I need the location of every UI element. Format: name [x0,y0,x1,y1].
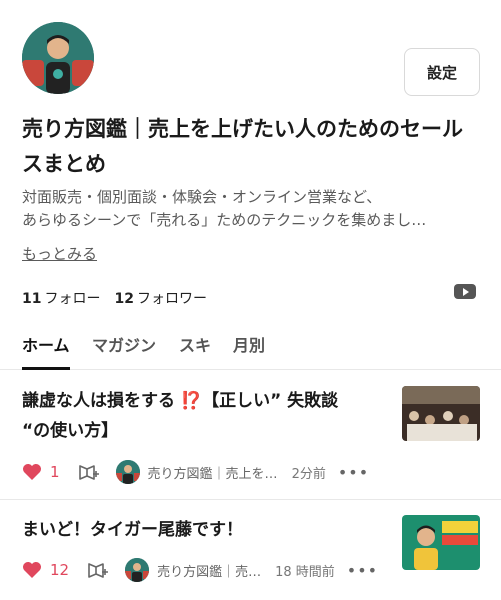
tab-magazine[interactable]: マガジン [92,332,156,370]
article-card[interactable]: 謙虚な人は損をする ⁉️【正しい” 失敗談 “の使い方】 1 売り方図鑑｜売上を… [0,372,501,500]
like-count: 12 [50,561,70,579]
follow-count: 11 [22,291,42,307]
youtube-icon[interactable] [454,284,476,299]
profile-avatar[interactable] [22,22,94,94]
article-card[interactable]: まいど！タイガー尾藤です！ 12 売り方図鑑｜売… 18 時間前 ••• [0,501,501,600]
article-meta: 12 売り方図鑑｜売… 18 時間前 ••• [22,557,378,583]
magazine-add-icon[interactable] [78,463,100,481]
tab-home[interactable]: ホーム [22,332,70,370]
article-title[interactable]: まいど！タイガー尾藤です！ [22,515,372,545]
follower-stat[interactable]: 12 フォロワー [114,288,206,308]
follower-count: 12 [114,291,134,307]
article-thumbnail[interactable] [402,515,480,570]
magazine-add-icon[interactable] [87,561,109,579]
author-name[interactable]: 売り方図鑑｜売上を… [148,463,278,482]
post-time: 18 時間前 [275,564,335,580]
page-title: 売り方図鑑｜売上を上げたい人のためのセールスまとめ [22,117,463,176]
description-line: 対面販売・個別面談・体験会・オンライン営業など、 [22,188,382,206]
tab-bar: ホーム マガジン スキ 月別 [0,328,501,370]
more-dots-icon[interactable]: ••• [338,463,369,482]
post-time: 2分前 [291,466,326,482]
like-count: 1 [50,463,60,481]
article-meta: 1 売り方図鑑｜売上を… 2分前 ••• [22,459,369,485]
author-avatar[interactable] [115,460,140,484]
follow-stat[interactable]: 11 フォロー [22,288,100,308]
heart-icon[interactable] [22,561,42,579]
description-line: あらゆるシーンで「売れる」ためのテクニックを集めまし… [22,211,427,229]
settings-button[interactable]: 設定 [404,48,480,96]
profile-description: 対面販売・個別面談・体験会・オンライン営業など、 あらゆるシーンで「売れる」ため… [22,186,482,232]
author-avatar[interactable] [125,558,150,582]
tab-likes[interactable]: スキ [179,332,211,370]
more-link[interactable]: もっとみる [22,243,97,264]
more-dots-icon[interactable]: ••• [347,561,378,580]
article-title[interactable]: 謙虚な人は損をする ⁉️【正しい” 失敗談 “の使い方】 [22,386,372,446]
follow-stats: 11 フォロー 12 フォロワー [22,288,207,308]
tab-monthly[interactable]: 月別 [233,332,265,370]
follow-label: フォロー [44,291,101,307]
follower-label: フォロワー [136,291,207,307]
author-name[interactable]: 売り方図鑑｜売… [157,561,261,580]
heart-icon[interactable] [22,463,42,481]
article-thumbnail[interactable] [402,386,480,441]
